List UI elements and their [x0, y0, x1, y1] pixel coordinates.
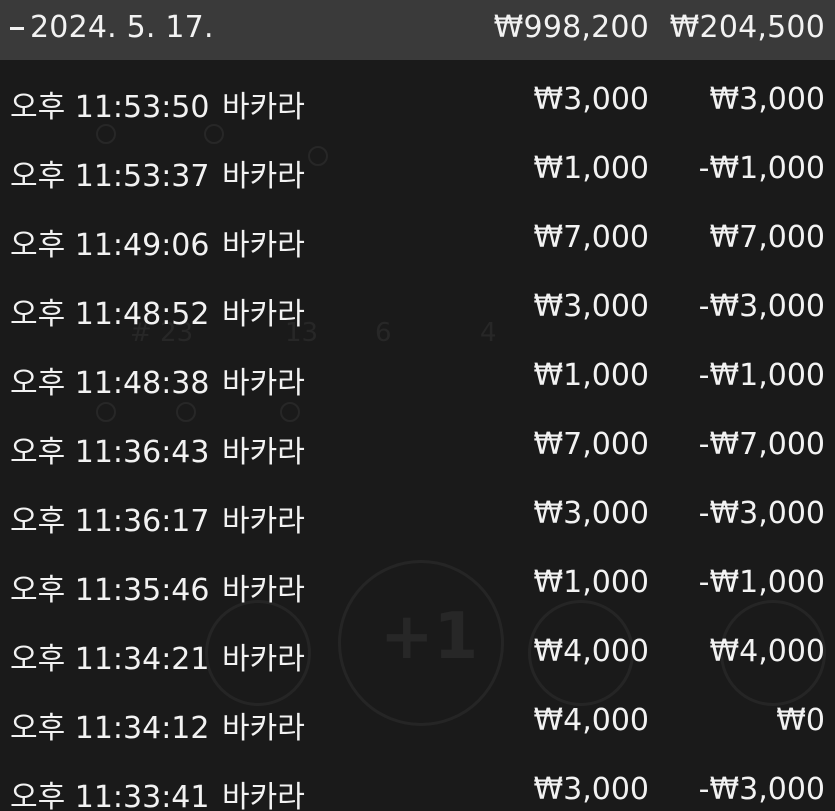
- bet-row[interactable]: 오후 11:36:17 바카라 ₩3,000 -₩3,000: [0, 474, 835, 543]
- profit-amount: ₩3,000: [709, 82, 825, 117]
- game-name: 바카라: [222, 642, 305, 677]
- bet-time: 오후 11:53:50: [10, 90, 210, 125]
- game-name: 바카라: [222, 228, 305, 263]
- game-name: 바카라: [222, 90, 305, 125]
- profit-amount: ₩4,000: [709, 634, 825, 669]
- bet-history-list: 2024. 5. 17. ₩998,200 ₩204,500 오후 11:53:…: [0, 0, 835, 811]
- bet-rows: 오후 11:53:50 바카라 ₩3,000 ₩3,000 오후 11:53:3…: [0, 60, 835, 811]
- bet-amount: ₩1,000: [533, 151, 649, 186]
- game-name: 바카라: [222, 159, 305, 194]
- bet-time: 오후 11:33:41: [10, 780, 210, 811]
- bet-time: 오후 11:34:12: [10, 711, 210, 746]
- game-name: 바카라: [222, 711, 305, 746]
- bet-time: 오후 11:53:37: [10, 159, 210, 194]
- game-name: 바카라: [222, 780, 305, 811]
- minus-icon[interactable]: [10, 27, 24, 30]
- profit-amount: -₩7,000: [698, 427, 825, 462]
- bet-row[interactable]: 오후 11:35:46 바카라 ₩1,000 -₩1,000: [0, 543, 835, 612]
- bet-time: 오후 11:36:43: [10, 435, 210, 470]
- profit-amount: -₩3,000: [698, 289, 825, 324]
- bet-row[interactable]: 오후 11:34:21 바카라 ₩4,000 ₩4,000: [0, 612, 835, 681]
- bet-row[interactable]: 오후 11:36:43 바카라 ₩7,000 -₩7,000: [0, 405, 835, 474]
- game-name: 바카라: [222, 297, 305, 332]
- profit-amount: -₩1,000: [698, 151, 825, 186]
- bet-amount: ₩3,000: [533, 289, 649, 324]
- game-name: 바카라: [222, 573, 305, 608]
- bet-time: 오후 11:48:38: [10, 366, 210, 401]
- profit-amount: ₩0: [776, 703, 825, 738]
- profit-amount: -₩1,000: [698, 358, 825, 393]
- bet-amount: ₩3,000: [533, 496, 649, 531]
- game-name: 바카라: [222, 366, 305, 401]
- bet-row[interactable]: 오후 11:48:52 바카라 ₩3,000 -₩3,000: [0, 267, 835, 336]
- bet-row[interactable]: 오후 11:53:37 바카라 ₩1,000 -₩1,000: [0, 129, 835, 198]
- bet-time: 오후 11:49:06: [10, 228, 210, 263]
- bet-amount: ₩7,000: [533, 427, 649, 462]
- bet-row[interactable]: 오후 11:48:38 바카라 ₩1,000 -₩1,000: [0, 336, 835, 405]
- game-name: 바카라: [222, 504, 305, 539]
- bet-amount: ₩4,000: [533, 634, 649, 669]
- bet-row[interactable]: 오후 11:49:06 바카라 ₩7,000 ₩7,000: [0, 198, 835, 267]
- bet-row[interactable]: 오후 11:34:12 바카라 ₩4,000 ₩0: [0, 681, 835, 750]
- bet-amount: ₩7,000: [533, 220, 649, 255]
- date-group-header[interactable]: 2024. 5. 17. ₩998,200 ₩204,500: [0, 0, 835, 60]
- date-label: 2024. 5. 17.: [30, 10, 214, 45]
- game-name: 바카라: [222, 435, 305, 470]
- bet-row[interactable]: 오후 11:53:50 바카라 ₩3,000 ₩3,000: [0, 60, 835, 129]
- bet-time: 오후 11:36:17: [10, 504, 210, 539]
- profit-amount: -₩3,000: [698, 772, 825, 807]
- bet-amount: ₩1,000: [533, 358, 649, 393]
- total-bet-amount: ₩998,200: [493, 10, 649, 45]
- total-profit-amount: ₩204,500: [669, 10, 825, 45]
- bet-amount: ₩3,000: [533, 82, 649, 117]
- profit-amount: ₩7,000: [709, 220, 825, 255]
- profit-amount: -₩1,000: [698, 565, 825, 600]
- bet-time: 오후 11:35:46: [10, 573, 210, 608]
- bet-row[interactable]: 오후 11:33:41 바카라 ₩3,000 -₩3,000: [0, 750, 835, 811]
- bet-amount: ₩3,000: [533, 772, 649, 807]
- profit-amount: -₩3,000: [698, 496, 825, 531]
- bet-time: 오후 11:48:52: [10, 297, 210, 332]
- bet-amount: ₩1,000: [533, 565, 649, 600]
- bet-amount: ₩4,000: [533, 703, 649, 738]
- bet-time: 오후 11:34:21: [10, 642, 210, 677]
